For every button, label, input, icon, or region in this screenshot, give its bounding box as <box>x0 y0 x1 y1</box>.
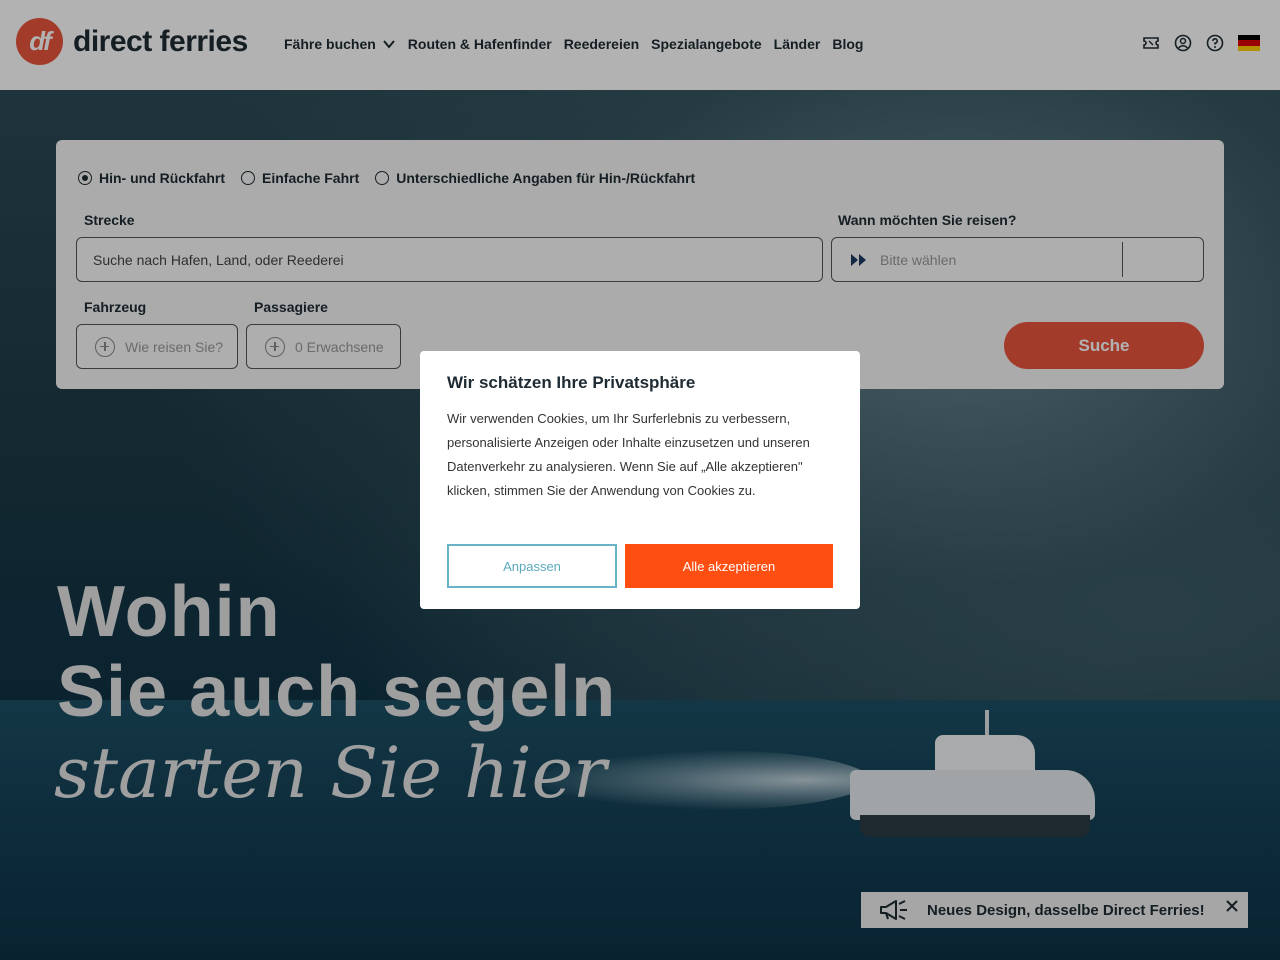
modal-text: Wir verwenden Cookies, um Ihr Surferlebn… <box>447 411 810 498</box>
customize-button[interactable]: Anpassen <box>447 544 617 588</box>
cookie-consent-modal: Wir schätzen Ihre Privatsphäre Wir verwe… <box>420 351 860 609</box>
modal-title: Wir schätzen Ihre Privatsphäre <box>447 373 696 392</box>
accept-all-button[interactable]: Alle akzeptieren <box>625 544 833 588</box>
modal-buttons: Anpassen Alle akzeptieren <box>447 544 833 588</box>
